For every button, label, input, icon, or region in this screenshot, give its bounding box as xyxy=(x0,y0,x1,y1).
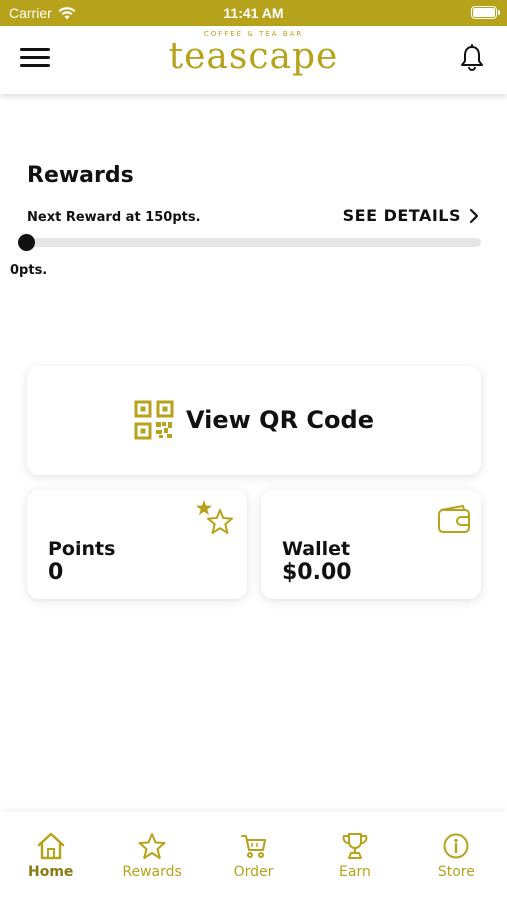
stars-icon xyxy=(196,500,233,534)
nav-label-rewards: Rewards xyxy=(122,864,182,880)
clock: 11:41 AM xyxy=(223,5,284,21)
points-value: 0 xyxy=(48,560,64,585)
points-title: Points xyxy=(48,538,116,560)
see-details-link[interactable]: SEE DETAILS xyxy=(343,206,479,225)
nav-label-order: Order xyxy=(233,864,274,880)
info-icon xyxy=(443,833,469,859)
nav-item-rewards[interactable]: Rewards xyxy=(101,812,202,900)
nav-item-store[interactable]: Store xyxy=(406,812,507,900)
qr-code-icon xyxy=(134,400,174,440)
next-reward-text: Next Reward at 150pts. xyxy=(27,210,201,225)
wallet-icon xyxy=(438,505,470,533)
nav-item-earn[interactable]: Earn xyxy=(304,812,405,900)
star-icon xyxy=(138,833,166,859)
nav-item-home[interactable]: Home xyxy=(0,812,101,900)
home-icon xyxy=(37,832,64,860)
points-card[interactable]: Points 0 xyxy=(27,490,247,599)
logo-name: teascape xyxy=(168,36,339,77)
qr-code-label: View QR Code xyxy=(186,406,374,434)
reward-progress-marker xyxy=(18,234,35,251)
cart-icon xyxy=(240,835,266,858)
reward-progress-track xyxy=(23,238,481,247)
nav-item-order[interactable]: Order xyxy=(203,812,304,900)
nav-label-store: Store xyxy=(437,864,475,880)
wallet-value: $0.00 xyxy=(282,560,352,585)
bottom-nav: Home Rewards Order Earn Store xyxy=(0,812,507,900)
current-points-label: 0pts. xyxy=(10,263,48,278)
trophy-icon xyxy=(342,833,368,859)
app-header: COFFEE & TEA BAR teascape xyxy=(0,26,507,94)
nav-label-earn: Earn xyxy=(339,864,371,880)
wallet-card[interactable]: Wallet $0.00 xyxy=(261,490,481,599)
rewards-title: Rewards xyxy=(27,163,134,188)
battery-icon xyxy=(471,6,500,19)
view-qr-code-button[interactable]: View QR Code xyxy=(27,366,481,475)
bell-icon[interactable] xyxy=(459,44,485,72)
nav-label-home: Home xyxy=(27,864,74,880)
chevron-right-icon xyxy=(469,208,479,223)
wallet-title: Wallet xyxy=(282,538,351,560)
brand-logo: COFFEE & TEA BAR teascape xyxy=(0,30,507,76)
status-bar: Carrier 11:41 AM xyxy=(0,0,507,26)
see-details-label: SEE DETAILS xyxy=(342,206,461,225)
